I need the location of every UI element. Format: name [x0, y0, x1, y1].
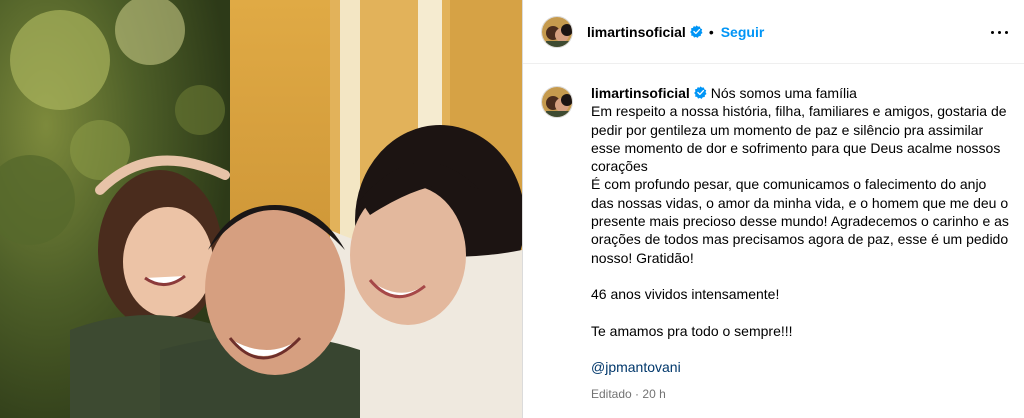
follow-button[interactable]: Seguir — [721, 24, 765, 40]
caption-line: 46 anos vividos intensamente! — [591, 286, 780, 303]
caption-line: esse momento de dor e sofrimento para qu… — [591, 139, 1001, 156]
mention-link[interactable]: @jpmantovani — [591, 358, 1011, 376]
verified-badge-icon — [689, 25, 703, 38]
header-separator: • — [708, 23, 714, 40]
caption-line: presente mais precioso desse mundo! Agra… — [591, 213, 1009, 230]
caption-comment: limartinsoficial Nós somos uma família E… — [541, 84, 1011, 403]
caption-username[interactable]: limartinsoficial — [591, 85, 690, 101]
caption-line: nosso! Gratidão! — [591, 249, 694, 266]
author-avatar[interactable] — [541, 15, 573, 48]
caption-first-line: limartinsoficial Nós somos uma família — [591, 84, 1011, 102]
family-photo — [0, 0, 522, 418]
post-timestamp[interactable]: 20 h — [642, 387, 665, 401]
caption-line: orações de todos mas precisamos agora de… — [591, 231, 1009, 248]
more-options-icon[interactable] — [990, 22, 1010, 42]
caption-line: Nós somos uma família — [710, 85, 857, 101]
author-username[interactable]: limartinsoficial — [587, 24, 686, 40]
caption-line: Te amamos pra todo o sempre!!! — [591, 322, 793, 339]
meta-separator: · — [635, 386, 640, 401]
post-details-panel: limartinsoficial • Seguir limartinsofici… — [522, 0, 1024, 418]
caption-line: É com profundo pesar, que comunicamos o … — [591, 176, 987, 193]
caption-line: Em respeito a nossa história, filha, fam… — [591, 103, 1007, 120]
post-header: limartinsoficial • Seguir — [523, 0, 1024, 64]
post-photo[interactable] — [0, 0, 522, 418]
verified-badge-icon — [693, 86, 707, 99]
caption-line: das nossas vidas, o amor da minha vida, … — [591, 194, 1009, 211]
caption-meta: Editado · 20 h — [591, 385, 1011, 403]
caption-line: corações — [591, 158, 648, 175]
caption-line: pedir por gentileza um momento de paz e … — [591, 121, 984, 138]
edited-label: Editado — [591, 386, 632, 401]
caption-author-avatar[interactable] — [541, 86, 573, 118]
caption-body: limartinsoficial Nós somos uma família E… — [591, 84, 1011, 403]
